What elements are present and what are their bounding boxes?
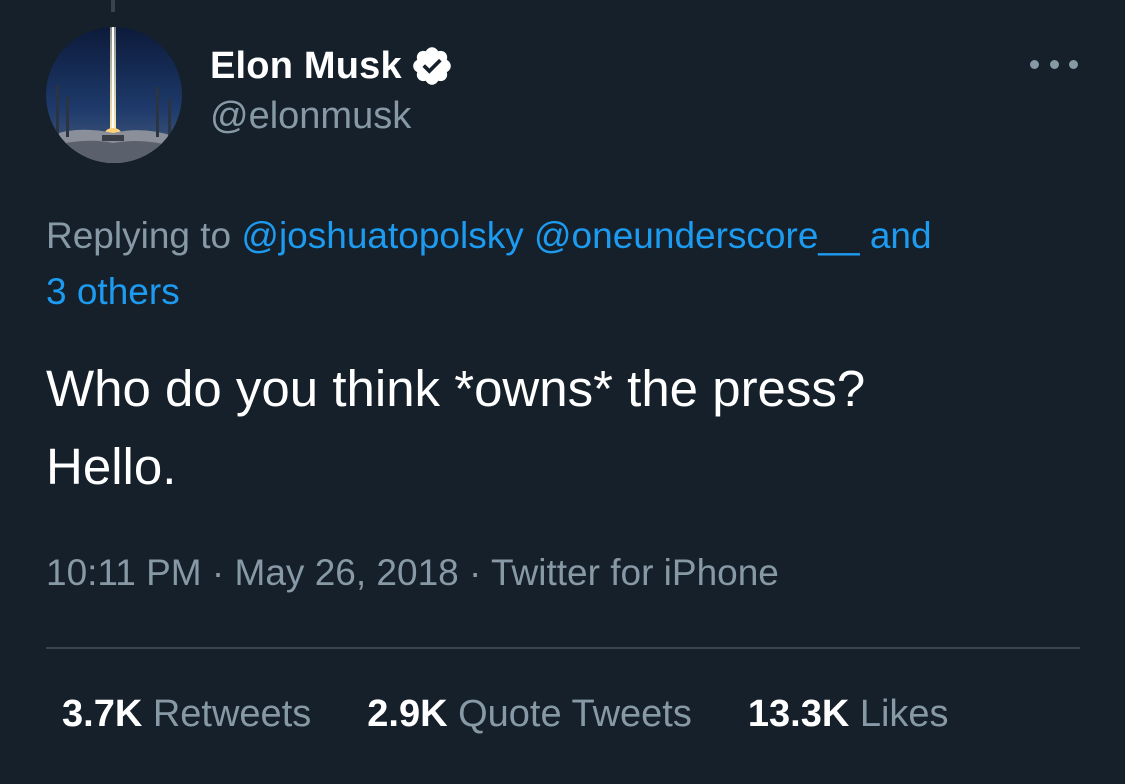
replying-to-line: Replying to @joshuatopolsky @oneundersco… [46,208,1086,320]
meta-separator: · [211,552,225,593]
thread-connector-line [111,0,115,12]
quote-tweets-label: Quote Tweets [458,693,692,735]
tweet-metadata: 10:11 PM · May 26, 2018 · Twitter for iP… [46,552,779,594]
replying-to-label: Replying to [46,215,232,256]
divider [46,647,1080,649]
likes-count: 13.3K [747,693,850,735]
tweet-date[interactable]: May 26, 2018 [235,552,459,593]
rocket-launch-avatar-icon [46,27,182,163]
others-link[interactable]: 3 others [46,271,180,312]
tweet-text-line: Hello. [46,438,177,495]
dot-icon [1030,59,1039,69]
and-others-conjunction[interactable]: and [870,215,932,256]
avatar[interactable] [46,27,182,163]
mention-link[interactable]: @joshuatopolsky [241,215,523,256]
engagement-stats: 3.7K Retweets 2.9K Quote Tweets 13.3K Li… [62,693,949,736]
author-name-row[interactable]: Elon Musk [210,40,454,92]
quote-tweets-count: 2.9K [367,693,448,735]
retweets-stat[interactable]: 3.7K Retweets [62,693,311,736]
quote-tweets-stat[interactable]: 2.9K Quote Tweets [367,693,692,736]
tweet-time[interactable]: 10:11 PM [46,552,202,593]
tweet-source[interactable]: Twitter for iPhone [491,552,779,593]
dot-icon [1069,59,1078,69]
retweets-label: Retweets [152,693,312,735]
likes-stat[interactable]: 13.3K Likes [748,693,949,736]
tweet-text-line: Who do you think *owns* the press? [46,360,866,417]
display-name[interactable]: Elon Musk [210,45,402,88]
retweets-count: 3.7K [62,693,143,735]
likes-label: Likes [859,693,949,735]
dot-icon [1049,59,1059,69]
more-options-icon[interactable] [1030,52,1078,76]
tweet-text: Who do you think *owns* the press? Hello… [46,350,1096,506]
user-handle[interactable]: @elonmusk [210,95,411,138]
meta-separator: · [469,552,482,593]
mention-link[interactable]: @oneunderscore__ [534,215,860,256]
verified-badge-icon [410,44,454,88]
